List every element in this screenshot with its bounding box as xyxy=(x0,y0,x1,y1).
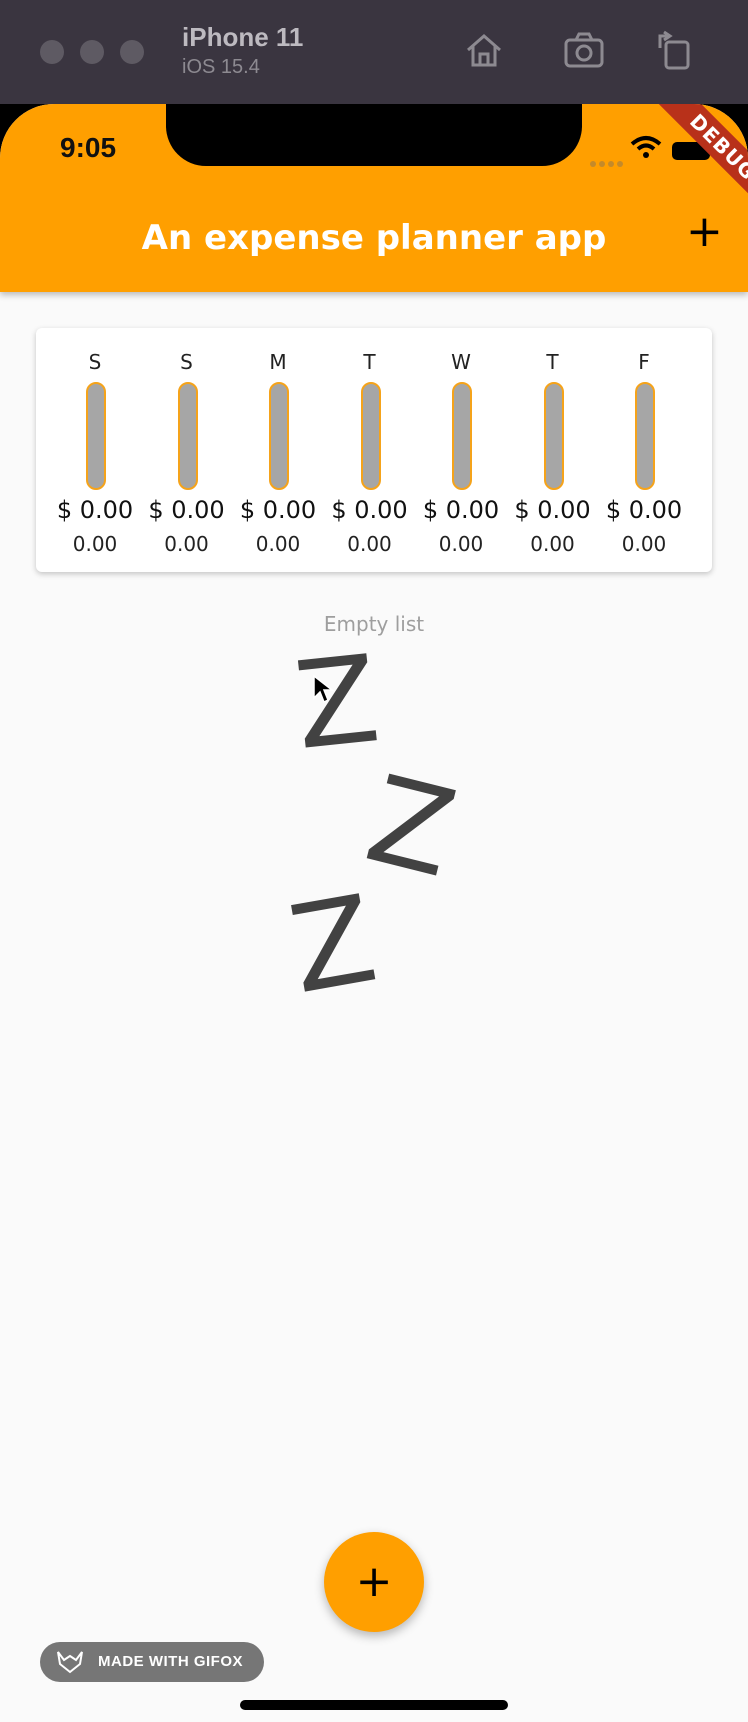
chart-day-label: W xyxy=(451,350,471,374)
chart-percent-label: 0.00 xyxy=(621,532,667,556)
rotate-icon[interactable] xyxy=(652,28,696,72)
chart-day-label: F xyxy=(638,350,650,374)
chart-day-label: T xyxy=(363,350,376,374)
empty-list-label: Empty list xyxy=(323,612,425,636)
device-name: iPhone 11 xyxy=(182,22,304,52)
chart-percent-label: 0.00 xyxy=(72,532,118,556)
chart-amount-label: $ 0.00 xyxy=(605,496,683,524)
chart-bar-track xyxy=(543,382,564,490)
app-title: An expense planner app xyxy=(141,218,607,258)
chart-bar-track xyxy=(360,382,381,490)
sleep-z-image: Z xyxy=(280,869,386,1022)
weekly-chart-card: S $ 0.00 0.00 S $ 0.00 0.00 M $ 0.00 0.00 T $ 0.00… xyxy=(36,328,712,572)
chart-percent-label: 0.00 xyxy=(347,532,392,556)
chart-day-label: M xyxy=(269,350,287,374)
screenshot-camera-icon[interactable] xyxy=(562,28,606,72)
chart-percent-label: 0.00 xyxy=(255,532,301,556)
chart-day-label: S xyxy=(88,350,102,374)
chart-bar-track xyxy=(269,382,289,490)
close-window-button[interactable] xyxy=(40,40,64,64)
chart-percent-label: 0.00 xyxy=(438,532,484,556)
status-time: 9:05 xyxy=(60,132,117,163)
add-transaction-button[interactable]: + xyxy=(686,210,723,254)
notch xyxy=(166,104,582,166)
sleep-z-image: Z xyxy=(354,750,468,905)
chart-day-label: S xyxy=(180,350,193,374)
simulator-title-bar: iPhone 11 iOS 15.4 xyxy=(0,0,748,104)
gifox-watermark: MADE WITH GIFOX xyxy=(40,1642,264,1682)
chart-percent-label: 0.00 xyxy=(164,532,209,556)
minimize-window-button[interactable] xyxy=(80,40,104,64)
chart-bar-track xyxy=(177,382,198,490)
zoom-window-button[interactable] xyxy=(120,40,144,64)
gifox-text: MADE WITH GIFOX xyxy=(98,1653,243,1670)
mouse-cursor-icon xyxy=(313,674,334,704)
chart-percent-label: 0.00 xyxy=(530,532,575,556)
chart-bar-track xyxy=(635,382,655,490)
home-icon[interactable] xyxy=(462,28,506,72)
home-indicator[interactable] xyxy=(240,1700,508,1710)
chart-bar-track xyxy=(452,382,472,490)
add-transaction-fab[interactable]: + xyxy=(324,1532,424,1632)
chart-day-label: T xyxy=(546,350,559,374)
wifi-icon xyxy=(630,136,662,158)
device-os-version: iOS 15.4 xyxy=(182,56,260,78)
app-bar: 9:05 DEBUG An expense planner app + xyxy=(0,104,748,292)
fox-logo-icon xyxy=(57,1651,83,1674)
phone-screen: 9:05 DEBUG An expense planner app + S $ 0… xyxy=(0,104,748,1722)
cellular-signal-icon xyxy=(590,152,626,171)
sleep-z-image: Z xyxy=(288,630,386,777)
chart-bar-track xyxy=(86,382,106,490)
